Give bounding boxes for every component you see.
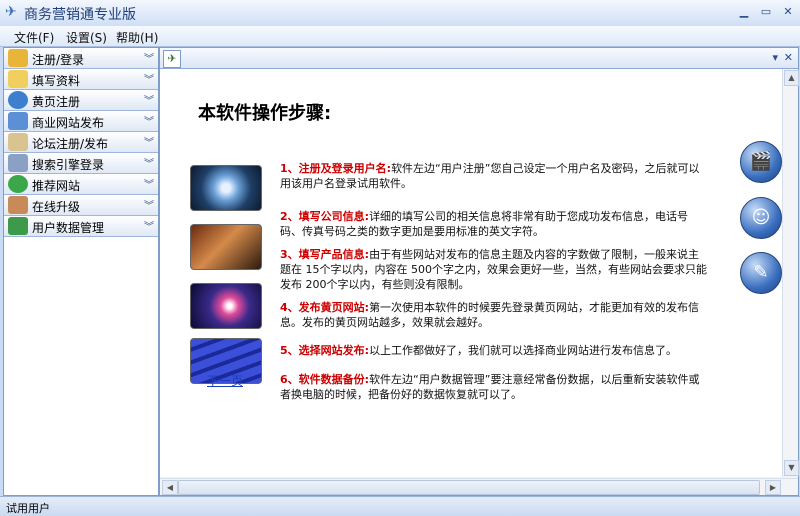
content-area: 本软件操作步骤: 下一页 1、注册及登录用户名:软件左边“用户注册”您自己设定一…	[160, 69, 782, 477]
menu-file[interactable]: 文件(F)	[14, 29, 54, 46]
sidebar-item-label: 在线升级	[32, 200, 81, 214]
search-engine-icon	[8, 154, 28, 172]
sidebar-item-register-login[interactable]: 注册/登录 ︾	[4, 48, 158, 69]
tab-home-icon[interactable]: ✈	[163, 50, 181, 68]
window-title: 商务营销通专业版	[24, 7, 136, 23]
sidebar-item-upgrade[interactable]: 在线升级 ︾	[4, 195, 158, 216]
step-1: 1、注册及登录用户名:软件左边“用户注册”您自己设定一个用户名及密码，之后就可以…	[280, 161, 708, 191]
sidebar-item-label: 论坛注册/发布	[32, 137, 109, 151]
key-icon	[8, 49, 28, 67]
folder-icon	[8, 70, 28, 88]
steps-panel: 1、注册及登录用户名:软件左边“用户注册”您自己设定一个用户名及密码，之后就可以…	[278, 137, 710, 445]
sidebar-item-label: 用户数据管理	[32, 221, 105, 235]
minimize-icon[interactable]: ▁	[736, 4, 752, 20]
tab-list-icon[interactable]: ▾	[772, 51, 778, 64]
step-title: 5、选择网站发布:	[280, 344, 370, 357]
sidebar-item-label: 推荐网站	[32, 179, 81, 193]
sidebar: 注册/登录 ︾ 填写资料 ︾ 黄页注册 ︾ 商业网站发布 ︾ 论坛注册/发布 ︾…	[3, 47, 159, 496]
person-image	[190, 224, 262, 270]
light-burst-image	[190, 283, 262, 329]
step-title: 4、发布黄页网站:	[280, 301, 370, 314]
chevron-down-icon: ︾	[144, 75, 154, 86]
sidebar-item-label: 黄页注册	[32, 95, 81, 109]
sidebar-empty-area	[4, 237, 158, 495]
vertical-scrollbar[interactable]: ▲ ▼	[782, 69, 799, 477]
status-text: 试用用户	[6, 502, 50, 515]
step-3: 3、填写产品信息:由于有些网站对发布的信息主题及内容的字数做了限制，一般来说主题…	[280, 247, 708, 292]
sidebar-item-label: 填写资料	[32, 74, 81, 88]
chevron-down-icon: ︾	[144, 201, 154, 212]
notepad-icon	[8, 133, 28, 151]
step-2: 2、填写公司信息:详细的填写公司的相关信息将非常有助于您成功发布信息，电话号码、…	[280, 209, 708, 239]
scroll-left-icon[interactable]: ◀	[162, 480, 178, 495]
close-icon[interactable]: ✕	[780, 4, 796, 20]
next-page-link[interactable]: 下一页	[207, 372, 243, 389]
app-logo-icon: ✈	[5, 4, 17, 20]
chevron-down-icon: ︾	[144, 117, 154, 128]
chevron-down-icon: ︾	[144, 138, 154, 149]
sidebar-item-data-manage[interactable]: 用户数据管理 ︾	[4, 216, 158, 237]
status-bar: 试用用户	[0, 496, 800, 516]
sidebar-item-label: 注册/登录	[32, 53, 85, 67]
app-window: ✈ 商务营销通专业版 ▁ ▭ ✕ 文件(F) 设置(S) 帮助(H) 注册/登录…	[0, 0, 800, 516]
chevron-down-icon: ︾	[144, 96, 154, 107]
scroll-up-icon[interactable]: ▲	[784, 70, 799, 86]
step-6: 6、软件数据备份:软件左边“用户数据管理”要注意经常备份数据，以后重新安装软件或…	[280, 372, 708, 402]
step-text: 以上工作都做好了，我们就可以选择商业网站进行发布信息了。	[369, 344, 678, 357]
step-5: 5、选择网站发布:以上工作都做好了，我们就可以选择商业网站进行发布信息了。	[280, 343, 708, 358]
scroll-right-icon[interactable]: ▶	[765, 480, 781, 495]
document-icon[interactable]: ✎	[740, 252, 782, 294]
chevron-down-icon: ︾	[144, 222, 154, 233]
step-title: 3、填写产品信息:	[280, 248, 370, 261]
step-title: 2、填写公司信息:	[280, 210, 370, 223]
clapper-icon[interactable]: 🎬	[740, 141, 782, 183]
sidebar-item-business-sites[interactable]: 商业网站发布 ︾	[4, 111, 158, 132]
maximize-icon[interactable]: ▭	[758, 4, 774, 20]
sidebar-item-search-engine[interactable]: 搜索引擎登录 ︾	[4, 153, 158, 174]
sidebar-item-label: 搜索引擎登录	[32, 158, 105, 172]
scroll-thumb[interactable]	[178, 480, 760, 495]
sidebar-item-recommend[interactable]: 推荐网站 ︾	[4, 174, 158, 195]
chevron-down-icon: ︾	[144, 54, 154, 65]
cd-image	[190, 165, 262, 211]
window-controls: ▁ ▭ ✕	[736, 4, 796, 20]
title-bar[interactable]: ✈ 商务营销通专业版 ▁ ▭ ✕	[0, 0, 800, 27]
menu-settings[interactable]: 设置(S)	[66, 29, 107, 46]
web-icon	[8, 112, 28, 130]
check-icon	[8, 175, 28, 193]
user-upgrade-icon	[8, 196, 28, 214]
sidebar-item-yellowpages[interactable]: 黄页注册 ︾	[4, 90, 158, 111]
page-title: 本软件操作步骤:	[198, 103, 332, 124]
step-4: 4、发布黄页网站:第一次使用本软件的时候要先登录黄页网站，才能更加有效的发布信息…	[280, 300, 708, 330]
chat-icon[interactable]: ☺	[740, 197, 782, 239]
tab-strip: ✈ ▾ ✕	[160, 48, 798, 69]
chevron-down-icon: ︾	[144, 159, 154, 170]
globe-icon	[8, 91, 28, 109]
chevron-down-icon: ︾	[144, 180, 154, 191]
sidebar-item-label: 商业网站发布	[32, 116, 105, 130]
main-pane: ✈ ▾ ✕ 本软件操作步骤: 下一页 1、注册及登录用户名:软件左边“用户注册”…	[159, 47, 799, 496]
sidebar-item-fill-info[interactable]: 填写资料 ︾	[4, 69, 158, 90]
menu-bar: 文件(F) 设置(S) 帮助(H)	[0, 26, 800, 47]
save-disk-icon	[8, 217, 28, 235]
sidebar-item-forum[interactable]: 论坛注册/发布 ︾	[4, 132, 158, 153]
horizontal-scrollbar[interactable]: ◀ ▶	[160, 478, 798, 495]
step-title: 1、注册及登录用户名:	[280, 162, 392, 175]
menu-help[interactable]: 帮助(H)	[116, 29, 158, 46]
tab-close-icon[interactable]: ✕	[784, 51, 793, 64]
scroll-down-icon[interactable]: ▼	[784, 460, 799, 476]
step-title: 6、软件数据备份:	[280, 373, 370, 386]
